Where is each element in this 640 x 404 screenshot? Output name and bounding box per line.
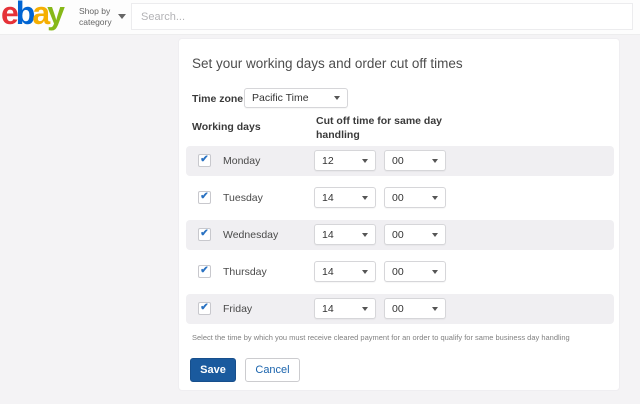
ebay-logo[interactable]: ebay [1, 0, 62, 31]
shop-by-line2: category [79, 17, 112, 28]
chevron-down-icon [432, 159, 438, 163]
ebay-logo-letter: b [16, 0, 33, 31]
day-row: ✔ Wednesday 14 00 [186, 220, 614, 250]
checkmark-icon: ✔ [200, 303, 208, 313]
checkmark-icon: ✔ [200, 266, 208, 276]
day-label: Wednesday [223, 229, 278, 241]
minute-value: 00 [392, 303, 404, 315]
day-row: ✔ Friday 14 00 [186, 294, 614, 324]
minute-value: 00 [392, 229, 404, 241]
save-button[interactable]: Save [190, 358, 236, 382]
timezone-select[interactable]: Pacific Time [244, 88, 348, 108]
minute-select[interactable]: 00 [384, 150, 446, 171]
timezone-label: Time zone [192, 93, 243, 105]
hour-select[interactable]: 14 [314, 224, 376, 245]
hour-value: 14 [322, 303, 334, 315]
minute-select[interactable]: 00 [384, 261, 446, 282]
minute-value: 00 [392, 266, 404, 278]
day-rows: ✔ Monday 12 00 ✔ Tuesday 14 00 ✔ Wednesd… [186, 146, 614, 331]
ebay-logo-letter: a [32, 0, 47, 31]
chevron-down-icon [362, 270, 368, 274]
checkmark-icon: ✔ [200, 155, 208, 165]
hour-select[interactable]: 12 [314, 150, 376, 171]
minute-select[interactable]: 00 [384, 298, 446, 319]
timezone-value: Pacific Time [252, 92, 309, 104]
working-days-header: Working days [192, 121, 261, 133]
day-label: Thursday [223, 266, 267, 278]
day-label: Friday [223, 303, 252, 315]
cancel-button[interactable]: Cancel [245, 358, 300, 382]
checkmark-icon: ✔ [200, 229, 208, 239]
hour-value: 14 [322, 229, 334, 241]
day-checkbox[interactable]: ✔ [198, 191, 211, 204]
minute-value: 00 [392, 192, 404, 204]
settings-panel: Set your working days and order cut off … [178, 38, 620, 391]
day-checkbox[interactable]: ✔ [198, 302, 211, 315]
minute-select[interactable]: 00 [384, 224, 446, 245]
day-label: Monday [223, 155, 260, 167]
checkmark-icon: ✔ [200, 192, 208, 202]
minute-select[interactable]: 00 [384, 187, 446, 208]
day-row: ✔ Tuesday 14 00 [186, 183, 614, 213]
day-row: ✔ Monday 12 00 [186, 146, 614, 176]
hour-value: 12 [322, 155, 334, 167]
chevron-down-icon [362, 196, 368, 200]
day-checkbox[interactable]: ✔ [198, 265, 211, 278]
chevron-down-icon [432, 196, 438, 200]
chevron-down-icon [432, 307, 438, 311]
cutoff-header: Cut off time for same day handling [316, 115, 474, 142]
day-checkbox[interactable]: ✔ [198, 154, 211, 167]
chevron-down-icon [362, 307, 368, 311]
chevron-down-icon [334, 96, 340, 100]
chevron-down-icon [362, 233, 368, 237]
ebay-logo-letter: y [47, 0, 62, 31]
top-header: ebay Shop by category [0, 0, 640, 35]
hour-value: 14 [322, 192, 334, 204]
hour-select[interactable]: 14 [314, 187, 376, 208]
chevron-down-icon [432, 233, 438, 237]
action-buttons: Save Cancel [190, 358, 300, 382]
day-checkbox[interactable]: ✔ [198, 228, 211, 241]
chevron-down-icon [118, 14, 126, 19]
hour-select[interactable]: 14 [314, 298, 376, 319]
page-title: Set your working days and order cut off … [192, 56, 463, 71]
chevron-down-icon [432, 270, 438, 274]
shop-by-category-label: Shop by category [79, 6, 112, 27]
shop-by-category-dropdown[interactable]: Shop by category [79, 6, 126, 27]
minute-value: 00 [392, 155, 404, 167]
search-input[interactable] [131, 3, 633, 30]
chevron-down-icon [362, 159, 368, 163]
hour-select[interactable]: 14 [314, 261, 376, 282]
day-label: Tuesday [223, 192, 263, 204]
hour-value: 14 [322, 266, 334, 278]
shop-by-line1: Shop by [79, 6, 112, 17]
ebay-logo-letter: e [1, 0, 16, 31]
screen: ebay Shop by category Set your working d… [0, 0, 640, 404]
help-note: Select the time by which you must receiv… [192, 333, 570, 342]
day-row: ✔ Thursday 14 00 [186, 257, 614, 287]
